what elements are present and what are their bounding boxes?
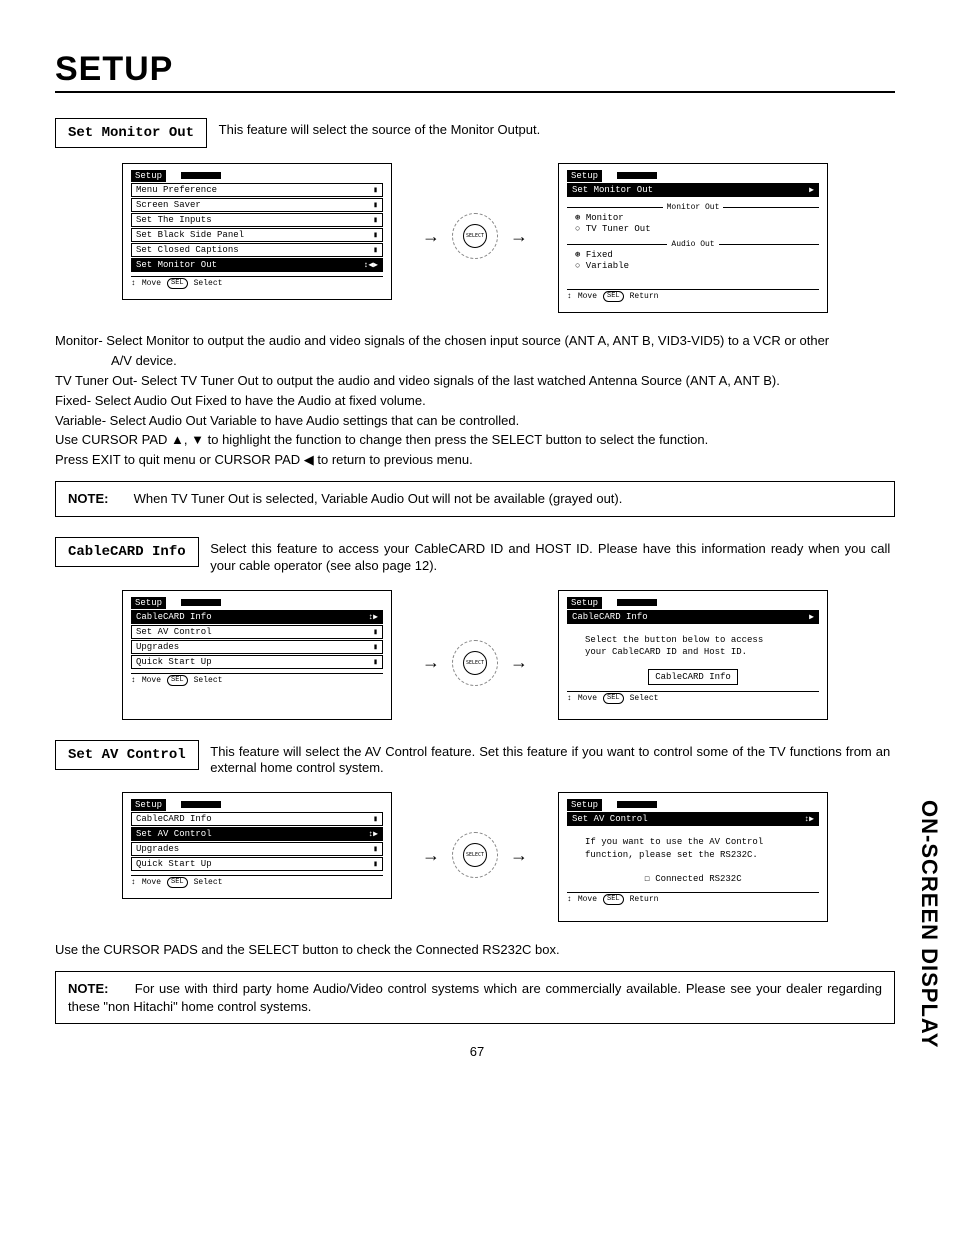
cursor-pad-icon: SELECT: [452, 213, 498, 259]
cursor-pad-icon: SELECT: [452, 832, 498, 878]
select-pad-group: → SELECT →: [422, 792, 528, 878]
osd-item: Set AV Control▮: [131, 625, 383, 639]
foot-move: Move: [142, 279, 161, 288]
select-button-label: SELECT: [463, 843, 487, 867]
instruction-text: function, please set the RS232C.: [585, 850, 758, 860]
section-label-cablecard-info: CableCARD Info: [55, 537, 199, 567]
note-text: For use with third party home Audio/Vide…: [68, 981, 882, 1014]
osd-item: Upgrades▮: [131, 640, 383, 654]
select-pad-group: → SELECT →: [422, 163, 528, 259]
sel-key-icon: SEL: [167, 278, 188, 289]
side-tab: ON-SCREEN DISPLAY: [916, 800, 942, 1048]
section-desc: Select this feature to access your Cable…: [210, 537, 890, 575]
osd-header: Setup: [131, 597, 166, 609]
section-label-set-av-control: Set AV Control: [55, 740, 199, 770]
foot-move: Move: [142, 878, 161, 887]
note-label: NOTE:: [68, 490, 130, 508]
page-number: 67: [55, 1044, 899, 1059]
radio-option: ○ Variable: [575, 261, 819, 271]
osd-menu-set-av-control: Setup Set AV Control↕▶ If you want to us…: [558, 792, 828, 922]
foot-return: Return: [630, 895, 659, 904]
osd-item: CableCARD Info↕▶: [131, 610, 383, 624]
osd-item: Set Black Side Panel▮: [131, 228, 383, 242]
note-text: When TV Tuner Out is selected, Variable …: [134, 491, 623, 506]
sel-key-icon: SEL: [603, 894, 624, 905]
osd-item: CableCARD Info▮: [131, 812, 383, 826]
radio-option: ○ TV Tuner Out: [575, 224, 819, 234]
nav-arrows-icon: ↕: [567, 895, 572, 904]
foot-move: Move: [578, 694, 597, 703]
select-button-label: SELECT: [463, 224, 487, 248]
nav-arrows-icon: ↕: [567, 292, 572, 301]
osd-menu-setup-left-3: Setup CableCARD Info▮Set AV Control↕▶Upg…: [122, 792, 392, 899]
osd-menu-set-monitor-out: Setup Set Monitor Out▶ Monitor Out ⊛ Mon…: [558, 163, 828, 313]
foot-select: Select: [194, 878, 223, 887]
foot-move: Move: [142, 676, 161, 685]
osd-menu-setup-left-1: Setup Menu Preference▮Screen Saver▮Set T…: [122, 163, 392, 300]
arrow-right-icon: →: [510, 845, 528, 866]
osd-item: Set The Inputs▮: [131, 213, 383, 227]
connected-rs232c-checkbox[interactable]: ☐ Connected RS232C: [638, 872, 747, 886]
group-label: Audio Out: [567, 240, 819, 249]
arrow-right-icon: →: [422, 226, 440, 247]
foot-move: Move: [578, 292, 597, 301]
arrow-right-icon: →: [422, 652, 440, 673]
nav-arrows-icon: ↕: [567, 694, 572, 703]
cablecard-info-button[interactable]: CableCARD Info: [648, 669, 738, 685]
section-desc: This feature will select the source of t…: [219, 118, 541, 139]
osd-header: Setup: [567, 597, 602, 609]
foot-move: Move: [578, 895, 597, 904]
section-label-set-monitor-out: Set Monitor Out: [55, 118, 207, 148]
osd-item: Set AV Control↕▶: [131, 827, 383, 841]
osd-item: Set Monitor Out▶: [567, 183, 819, 197]
select-pad-group: → SELECT →: [422, 590, 528, 686]
page-title: Setup: [55, 50, 895, 93]
osd-header: Setup: [567, 170, 602, 182]
osd-item: Quick Start Up▮: [131, 857, 383, 871]
osd-item: Screen Saver▮: [131, 198, 383, 212]
radio-option: ⊛ Monitor: [575, 213, 819, 223]
osd-item: Quick Start Up▮: [131, 655, 383, 669]
osd-menu-setup-left-2: Setup CableCARD Info↕▶Set AV Control▮Upg…: [122, 590, 392, 720]
arrow-right-icon: →: [510, 652, 528, 673]
osd-menu-cablecard-info: Setup CableCARD Info▶ Select the button …: [558, 590, 828, 720]
nav-arrows-icon: ↕: [131, 676, 136, 685]
instruction-text: Select the button below to access: [585, 635, 763, 645]
osd-header: Setup: [131, 170, 166, 182]
sel-key-icon: SEL: [167, 675, 188, 686]
arrow-right-icon: →: [422, 845, 440, 866]
cursor-pad-icon: SELECT: [452, 640, 498, 686]
osd-item: CableCARD Info▶: [567, 610, 819, 624]
instruction-text: If you want to use the AV Control: [585, 837, 763, 847]
select-button-label: SELECT: [463, 651, 487, 675]
osd-header: Setup: [131, 799, 166, 811]
note-box: NOTE: When TV Tuner Out is selected, Var…: [55, 481, 895, 517]
section-desc: This feature will select the AV Control …: [210, 740, 890, 778]
osd-item: Set AV Control↕▶: [567, 812, 819, 826]
foot-select: Select: [630, 694, 659, 703]
foot-select: Select: [194, 279, 223, 288]
body-text-monitor-out: Monitor- Select Monitor to output the au…: [55, 333, 895, 469]
foot-return: Return: [630, 292, 659, 301]
sel-key-icon: SEL: [167, 877, 188, 888]
nav-arrows-icon: ↕: [131, 279, 136, 288]
osd-header: Setup: [567, 799, 602, 811]
note-label: NOTE:: [68, 980, 130, 998]
instruction-text: your CableCARD ID and Host ID.: [585, 647, 747, 657]
osd-item: Upgrades▮: [131, 842, 383, 856]
osd-item: Set Closed Captions▮: [131, 243, 383, 257]
foot-select: Select: [194, 676, 223, 685]
nav-arrows-icon: ↕: [131, 878, 136, 887]
note-box: NOTE: For use with third party home Audi…: [55, 971, 895, 1024]
group-label: Monitor Out: [567, 203, 819, 212]
arrow-right-icon: →: [510, 226, 528, 247]
osd-item: Set Monitor Out↕◀▶: [131, 258, 383, 272]
radio-option: ⊛ Fixed: [575, 250, 819, 260]
osd-item: Menu Preference▮: [131, 183, 383, 197]
sel-key-icon: SEL: [603, 291, 624, 302]
sel-key-icon: SEL: [603, 693, 624, 704]
body-text-av-control: Use the CURSOR PADS and the SELECT butto…: [55, 942, 895, 959]
